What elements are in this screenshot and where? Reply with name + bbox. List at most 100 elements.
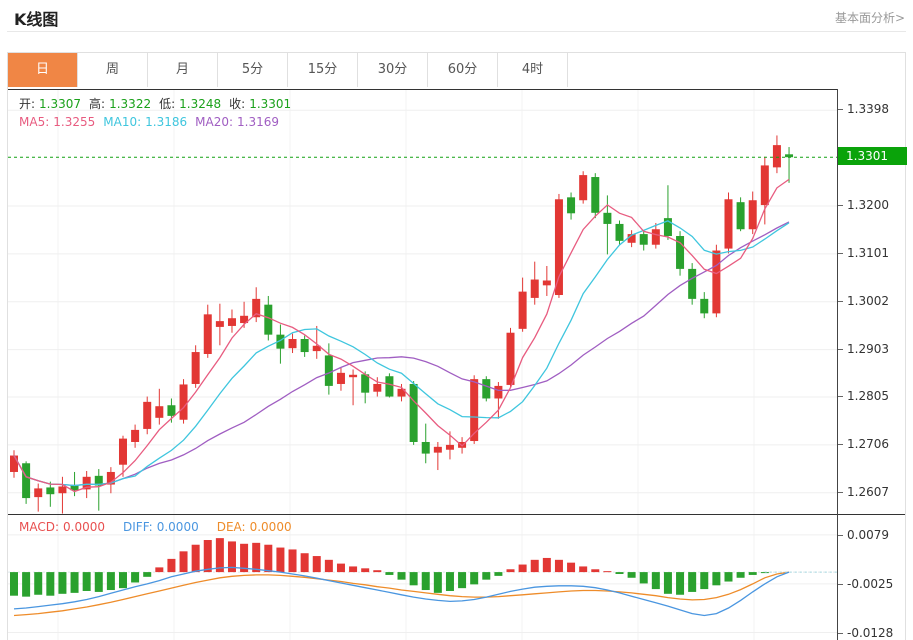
candle[interactable] [688,263,696,305]
macd-bar[interactable] [46,572,54,596]
macd-bar[interactable] [640,572,648,583]
candle[interactable] [58,477,66,514]
candle[interactable] [155,389,163,425]
macd-bar[interactable] [131,572,139,582]
candle[interactable] [640,230,648,250]
candle[interactable] [349,369,357,405]
candle[interactable] [628,230,636,247]
candle[interactable] [555,194,563,298]
macd-bar[interactable] [373,570,381,572]
macd-bar[interactable] [167,559,175,572]
macd-bar[interactable] [591,569,599,572]
macd-bar[interactable] [676,572,684,595]
macd-bar[interactable] [276,548,284,573]
candle[interactable] [228,310,236,333]
macd-bar[interactable] [507,569,515,572]
macd-bar[interactable] [410,572,418,585]
candle[interactable] [422,424,430,464]
macd-bar[interactable] [289,549,297,572]
candle[interactable] [664,185,672,240]
tab-m5[interactable]: 5分 [218,53,288,87]
candle[interactable] [10,450,18,478]
macd-bar[interactable] [519,565,527,573]
tab-m15[interactable]: 15分 [288,53,358,87]
macd-bar[interactable] [192,545,200,572]
candle[interactable] [700,292,708,318]
macd-bar[interactable] [204,540,212,572]
macd-bar[interactable] [22,572,30,597]
macd-bar[interactable] [749,572,757,575]
macd-bar[interactable] [264,545,272,572]
tab-m60[interactable]: 60分 [428,53,498,87]
macd-bar[interactable] [482,572,490,580]
macd-bar[interactable] [398,572,406,580]
macd-bar[interactable] [434,572,442,593]
candle[interactable] [46,482,54,507]
candle[interactable] [724,193,732,254]
candle[interactable] [276,324,284,363]
macd-bar[interactable] [700,572,708,589]
candle[interactable] [616,221,624,245]
candle[interactable] [749,192,757,235]
tab-week[interactable]: 周 [78,53,148,87]
candle[interactable] [482,376,490,401]
macd-bar[interactable] [737,572,745,578]
candle[interactable] [180,379,188,423]
candle[interactable] [410,381,418,445]
candle[interactable] [543,266,551,296]
macd-bar[interactable] [143,572,151,577]
macd-bar[interactable] [301,553,309,572]
macd-bar[interactable] [652,572,660,589]
candle[interactable] [204,305,212,358]
macd-bar[interactable] [10,572,18,596]
tab-month[interactable]: 月 [148,53,218,87]
tab-h4[interactable]: 4时 [498,53,568,87]
candle[interactable] [131,425,139,448]
candle[interactable] [531,262,539,305]
macd-bar[interactable] [567,563,575,572]
macd-bar[interactable] [664,572,672,594]
candle[interactable] [337,368,345,391]
macd-bar[interactable] [313,556,321,572]
macd-bar[interactable] [58,572,66,594]
macd-bar[interactable] [34,572,42,595]
macd-bar[interactable] [325,560,333,572]
macd-bar[interactable] [349,566,357,572]
candle[interactable] [737,197,745,231]
macd-bar[interactable] [361,568,369,572]
macd-bar[interactable] [494,572,502,576]
tab-day[interactable]: 日 [8,53,78,87]
fundamental-analysis-link[interactable]: 基本面分析> [835,9,905,26]
candle[interactable] [591,173,599,218]
macd-bar[interactable] [531,560,539,572]
macd-bar[interactable] [216,538,224,572]
macd-bar[interactable] [688,572,696,592]
macd-bar[interactable] [71,572,79,593]
candle[interactable] [676,231,684,275]
candle[interactable] [579,171,587,203]
macd-bar[interactable] [579,566,587,572]
candle[interactable] [712,245,720,318]
candle[interactable] [34,484,42,512]
candle[interactable] [301,336,309,357]
macd-bar[interactable] [628,572,636,578]
macd-bar[interactable] [180,551,188,572]
macd-bar[interactable] [337,564,345,572]
tab-m30[interactable]: 30分 [358,53,428,87]
macd-bar[interactable] [446,572,454,591]
candle[interactable] [507,328,515,388]
candle[interactable] [785,147,793,183]
macd-bar[interactable] [603,571,611,572]
kline-canvas[interactable] [8,90,837,515]
candle[interactable] [216,304,224,346]
candle[interactable] [567,193,575,220]
macd-bar[interactable] [724,572,732,581]
macd-bar[interactable] [616,572,624,574]
candle[interactable] [143,397,151,435]
kline-plot[interactable] [8,89,837,514]
macd-bar[interactable] [422,572,430,590]
macd-bar[interactable] [555,560,563,572]
macd-bar[interactable] [252,543,260,572]
macd-bar[interactable] [155,567,163,572]
candle[interactable] [22,461,30,504]
